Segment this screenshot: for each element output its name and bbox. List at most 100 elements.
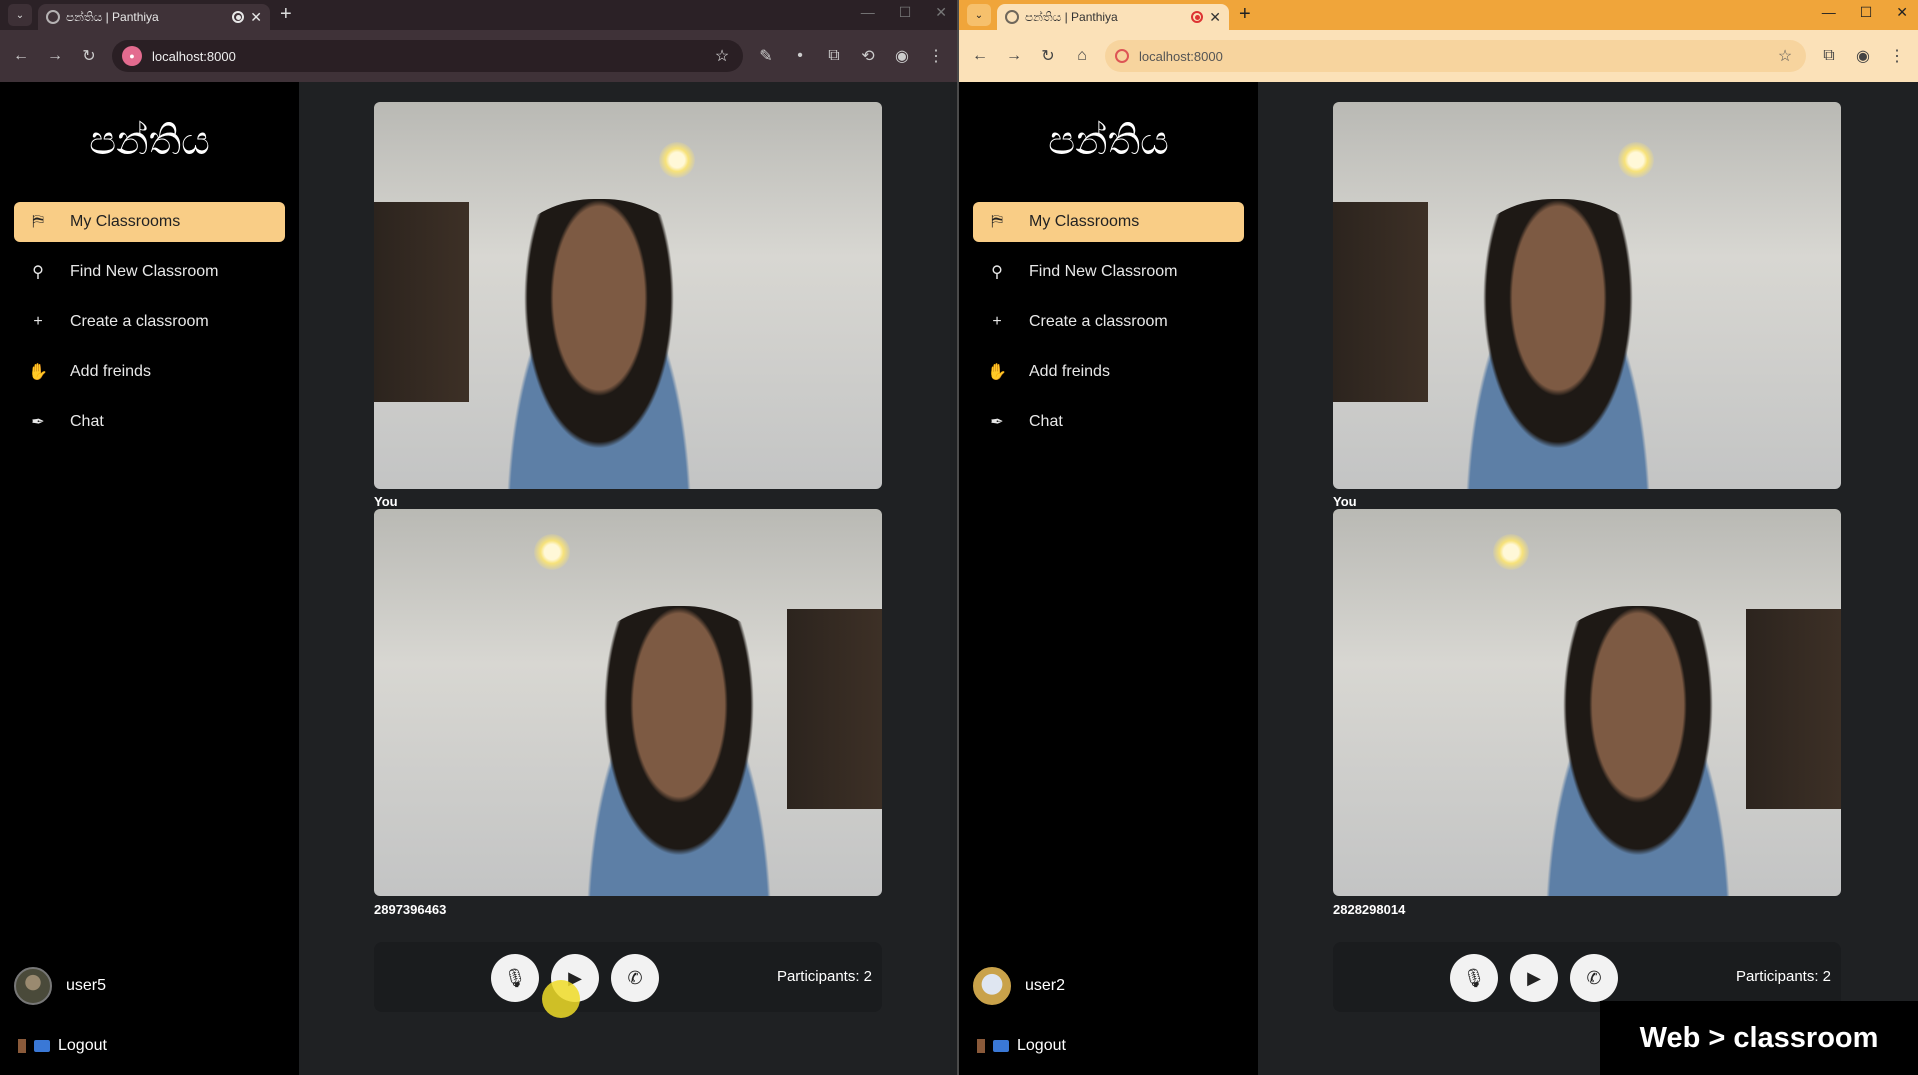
mic-off-icon: 🎙 [1462,967,1486,988]
peer-video-label: 2897396463 [374,902,447,917]
address-bar[interactable]: localhost:8000 ☆ [1105,40,1806,72]
camera-off-icon: ▶ [1527,967,1541,988]
nav-label: Create a classroom [70,313,209,330]
participant-figure [1523,606,1753,896]
nav-label: Chat [1029,413,1063,430]
close-tab-icon[interactable]: ✕ [250,9,262,26]
nav-create-classroom[interactable]: + Create a classroom [14,302,285,342]
favicon-icon [1005,10,1019,24]
user-profile[interactable]: user5 [14,967,106,1005]
nav-find-new-classroom[interactable]: ⚲ Find New Classroom [14,252,285,292]
nav-find-new-classroom[interactable]: ⚲ Find New Classroom [973,252,1244,292]
back-icon[interactable]: ← [10,47,32,65]
avatar [14,967,52,1005]
feather-icon: ✒ [990,414,1004,431]
app-logo: පන්තිය [89,118,210,164]
self-video-label: You [374,494,398,509]
close-window-icon[interactable]: ✕ [1896,4,1908,21]
camera-toggle-button[interactable]: ▶ [1510,954,1558,1002]
reload-icon[interactable]: ↻ [78,46,100,66]
nav-label: Add freinds [70,363,151,380]
browser-tab[interactable]: පන්තිය | Panthiya ✕ [38,4,270,30]
new-tab-button[interactable]: + [280,3,292,26]
nav-chat[interactable]: ✒ Chat [973,402,1244,442]
logout-button[interactable]: Logout [977,1037,1066,1055]
maximize-icon[interactable]: ☐ [1860,4,1873,21]
browser-tab[interactable]: පන්තිය | Panthiya ✕ [997,4,1229,30]
address-bar[interactable]: ● localhost:8000 ☆ [112,40,743,72]
mute-mic-button[interactable]: 🎙 [1450,954,1498,1002]
nav-chat[interactable]: ✒ Chat [14,402,285,442]
reload-icon[interactable]: ↻ [1037,46,1059,66]
handshake-icon: ✋ [987,364,1007,381]
nav-label: Create a classroom [1029,313,1168,330]
search-icon: ⚲ [32,264,44,281]
forward-icon[interactable]: → [1003,47,1025,65]
meeting-area: You 2897396463 🎙 ▶ ✆ Participants: 2 [299,82,957,1075]
screen: ⌄ පන්තිය | Panthiya ✕ + — ☐ ✕ ← → ↻ ● lo… [0,0,1918,1075]
menu-icon[interactable]: ⋮ [925,46,947,66]
logout-button[interactable]: Logout [18,1037,107,1055]
hang-up-icon: ✆ [627,967,643,988]
logout-label: Logout [58,1037,107,1054]
forward-icon[interactable]: → [44,47,66,65]
site-info-icon[interactable]: ● [122,46,142,66]
extensions-icon[interactable]: ⧉ [1818,47,1840,65]
sidebar-nav: ⛿ My Classrooms ⚲ Find New Classroom + C… [959,202,1258,442]
bookmark-star-icon[interactable]: ☆ [1774,46,1796,66]
end-call-button[interactable]: ✆ [611,954,659,1002]
bookmark-star-icon[interactable]: ☆ [711,46,733,66]
self-video [1333,102,1841,489]
peer-video [1333,509,1841,896]
logout-label: Logout [1017,1037,1066,1054]
nav-my-classrooms[interactable]: ⛿ My Classrooms [14,202,285,242]
participant-count: Participants: 2 [776,968,872,985]
tab-search-button[interactable]: ⌄ [8,4,32,26]
avatar [973,967,1011,1005]
browser-toolbar: ← → ↻ ● localhost:8000 ☆ ✎ • ⧉ ⟲ ◉ ⋮ [0,30,957,82]
home-icon[interactable]: ⌂ [1071,47,1093,65]
new-tab-button[interactable]: + [1239,3,1251,26]
nav-label: My Classrooms [1029,213,1140,230]
lamp [534,534,570,570]
minimize-icon[interactable]: — [861,4,875,21]
logout-arrow-icon [34,1040,50,1052]
tab-title: පන්තිය | Panthiya [66,9,159,24]
browser-window-left: ⌄ පන්තිය | Panthiya ✕ + — ☐ ✕ ← → ↻ ● lo… [0,0,959,1075]
search-icon: ⚲ [991,264,1003,281]
participant-figure [484,199,714,489]
window-controls: — ☐ ✕ [861,4,947,21]
lamp [659,142,695,178]
menu-icon[interactable]: ⋮ [1886,46,1908,66]
door-icon [18,1039,26,1053]
nav-add-friends[interactable]: ✋ Add freinds [973,352,1244,392]
maximize-icon[interactable]: ☐ [899,4,912,21]
sidebar-nav: ⛿ My Classrooms ⚲ Find New Classroom + C… [0,202,299,442]
extension-dot-icon[interactable]: • [789,47,811,65]
history-icon[interactable]: ⟲ [857,46,879,66]
profile-icon[interactable]: ◉ [1852,46,1874,66]
close-window-icon[interactable]: ✕ [935,4,947,21]
user-profile[interactable]: user2 [973,967,1065,1005]
tab-search-button[interactable]: ⌄ [967,4,991,26]
classroom-icon: ⛿ [32,213,44,230]
site-info-icon[interactable] [1115,49,1129,63]
profile-icon[interactable]: ◉ [891,46,913,66]
minimize-icon[interactable]: — [1822,4,1836,21]
participant-count: Participants: 2 [1735,968,1831,985]
nav-label: Add freinds [1029,363,1110,380]
end-call-button[interactable]: ✆ [1570,954,1618,1002]
self-video-label: You [1333,494,1357,509]
mute-mic-button[interactable]: 🎙 [491,954,539,1002]
back-icon[interactable]: ← [969,47,991,65]
meeting-area: You 2828298014 🎙 ▶ ✆ Participants: 2 [1258,82,1918,1075]
nav-label: Find New Classroom [70,263,219,280]
close-tab-icon[interactable]: ✕ [1209,9,1221,26]
nav-my-classrooms[interactable]: ⛿ My Classrooms [973,202,1244,242]
app-logo: පන්තිය [1048,118,1169,164]
pen-icon[interactable]: ✎ [755,46,777,66]
nav-add-friends[interactable]: ✋ Add freinds [14,352,285,392]
username: user2 [1025,977,1066,994]
nav-create-classroom[interactable]: + Create a classroom [973,302,1244,342]
extensions-icon[interactable]: ⧉ [823,47,845,65]
